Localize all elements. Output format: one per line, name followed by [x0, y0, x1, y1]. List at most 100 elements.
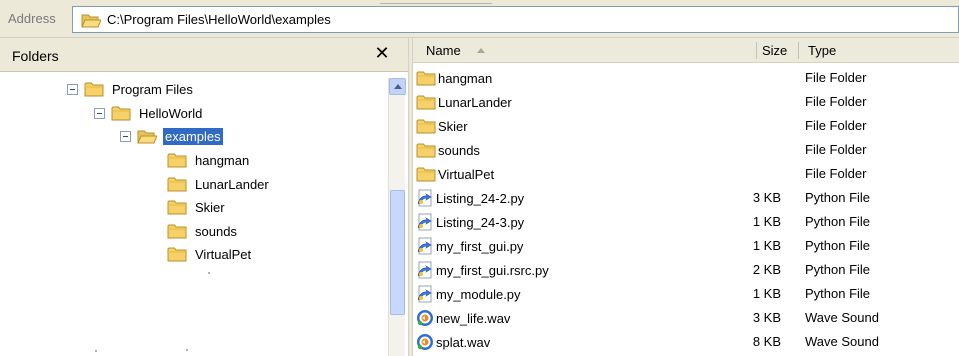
- file-type: File Folder: [805, 70, 867, 85]
- file-name: my_first_gui.py: [436, 238, 524, 254]
- file-row[interactable]: VirtualPet File Folder: [413, 162, 959, 186]
- tree-item-label: hangman: [195, 152, 250, 168]
- folder-icon: [167, 223, 187, 239]
- python-file-icon: [416, 213, 434, 231]
- name-cell: my_module.py: [416, 285, 521, 303]
- artifact-dot: [95, 350, 97, 352]
- name-cell: VirtualPet: [416, 165, 494, 183]
- name-cell: splat.wav: [416, 333, 490, 351]
- file-type: Python File: [805, 262, 871, 277]
- folders-title: Folders: [12, 48, 59, 64]
- file-name: Listing_24-2.py: [436, 190, 525, 206]
- folders-scrollbar[interactable]: [388, 78, 406, 356]
- tree-item-helloworld[interactable]: HelloWorld: [94, 102, 204, 124]
- close-icon[interactable]: ✕: [372, 43, 392, 63]
- file-row[interactable]: Listing_24-3.py 1 KB Python File: [413, 210, 959, 234]
- file-name: LunarLander: [438, 94, 512, 110]
- file-size: 1 KB: [752, 214, 781, 229]
- file-type: Python File: [805, 190, 871, 205]
- file-type: Wave Sound: [805, 334, 879, 349]
- address-label: Address: [8, 11, 56, 26]
- file-type: File Folder: [805, 94, 867, 109]
- wave-sound-icon: [416, 309, 434, 327]
- file-size: 8 KB: [752, 334, 781, 349]
- file-row[interactable]: Skier File Folder: [413, 114, 959, 138]
- address-field[interactable]: C:\Program Files\HelloWorld\examples: [72, 6, 959, 33]
- file-name: Listing_24-3.py: [436, 214, 525, 230]
- collapse-icon[interactable]: [67, 83, 78, 95]
- folder-icon: [416, 70, 436, 86]
- folder-icon: [416, 166, 436, 182]
- file-row[interactable]: Listing_24-2.py 3 KB Python File: [413, 186, 959, 210]
- tree-item-hangman[interactable]: hangman: [167, 149, 251, 171]
- folder-icon: [111, 105, 131, 121]
- column-header-name[interactable]: Name: [426, 43, 461, 58]
- python-file-icon: [416, 285, 434, 303]
- column-divider[interactable]: [756, 42, 757, 59]
- folder-icon: [81, 12, 101, 28]
- tree-item-virtualpet[interactable]: VirtualPet: [167, 243, 253, 265]
- tree-item-label: sounds: [195, 223, 237, 239]
- file-size: 3 KB: [752, 190, 781, 205]
- name-cell: Listing_24-2.py: [416, 189, 524, 207]
- file-row[interactable]: LunarLander File Folder: [413, 90, 959, 114]
- python-file-icon: [416, 261, 434, 279]
- tree-item-skier[interactable]: Skier: [167, 196, 227, 218]
- name-cell: my_first_gui.rsrc.py: [416, 261, 549, 279]
- file-row[interactable]: hangman File Folder: [413, 66, 959, 90]
- file-type: Python File: [805, 214, 871, 229]
- folders-header: Folders ✕: [0, 38, 408, 72]
- folders-pane: Folders ✕ Program Files HelloWorld examp…: [0, 38, 408, 356]
- tree-item-examples[interactable]: examples: [120, 125, 223, 147]
- tree-item-program-files[interactable]: Program Files: [67, 78, 195, 100]
- artifact-dot: [186, 349, 188, 351]
- folder-icon: [416, 94, 436, 110]
- scroll-up-button[interactable]: [389, 78, 406, 95]
- tree-item-sounds[interactable]: sounds: [167, 220, 239, 242]
- tree-item-lunarlander[interactable]: LunarLander: [167, 173, 271, 195]
- folder-icon: [167, 152, 187, 168]
- file-name: Skier: [438, 118, 468, 134]
- folder-icon: [167, 199, 187, 215]
- file-type: File Folder: [805, 118, 867, 133]
- file-name: hangman: [438, 70, 493, 86]
- file-type: Python File: [805, 238, 871, 253]
- file-type: Wave Sound: [805, 310, 879, 325]
- file-name: my_first_gui.rsrc.py: [436, 262, 549, 278]
- collapse-icon[interactable]: [120, 130, 131, 142]
- file-type: Python File: [805, 286, 871, 301]
- folder-icon: [416, 118, 436, 134]
- file-type: File Folder: [805, 142, 867, 157]
- file-size: 1 KB: [752, 286, 781, 301]
- folder-icon: [416, 142, 436, 158]
- name-cell: Listing_24-3.py: [416, 213, 524, 231]
- toolbar-edge: [380, 0, 492, 4]
- scroll-thumb[interactable]: [390, 190, 405, 315]
- python-file-icon: [416, 237, 434, 255]
- name-cell: Skier: [416, 117, 468, 135]
- tree-item-label: HelloWorld: [139, 105, 203, 121]
- file-size: 1 KB: [752, 238, 781, 253]
- file-name: splat.wav: [436, 334, 491, 350]
- file-size: 3 KB: [752, 310, 781, 325]
- file-row[interactable]: new_life.wav 3 KB Wave Sound: [413, 306, 959, 330]
- wave-sound-icon: [416, 333, 434, 351]
- artifact-dot: [208, 272, 210, 274]
- address-path[interactable]: C:\Program Files\HelloWorld\examples: [107, 12, 331, 27]
- tree-item-label: VirtualPet: [195, 246, 252, 262]
- name-cell: new_life.wav: [416, 309, 510, 327]
- name-cell: hangman: [416, 69, 492, 87]
- tree-item-label: Program Files: [112, 81, 193, 97]
- file-row[interactable]: my_module.py 1 KB Python File: [413, 282, 959, 306]
- file-name: VirtualPet: [438, 166, 495, 182]
- file-row[interactable]: my_first_gui.py 1 KB Python File: [413, 234, 959, 258]
- column-header-type[interactable]: Type: [808, 43, 836, 58]
- collapse-icon[interactable]: [94, 107, 105, 119]
- column-header-size[interactable]: Size: [762, 43, 787, 58]
- file-row[interactable]: my_first_gui.rsrc.py 2 KB Python File: [413, 258, 959, 282]
- file-row[interactable]: splat.wav 8 KB Wave Sound: [413, 330, 959, 354]
- column-divider[interactable]: [798, 42, 799, 59]
- file-size: 2 KB: [752, 262, 781, 277]
- file-row[interactable]: sounds File Folder: [413, 138, 959, 162]
- file-name: new_life.wav: [436, 310, 511, 326]
